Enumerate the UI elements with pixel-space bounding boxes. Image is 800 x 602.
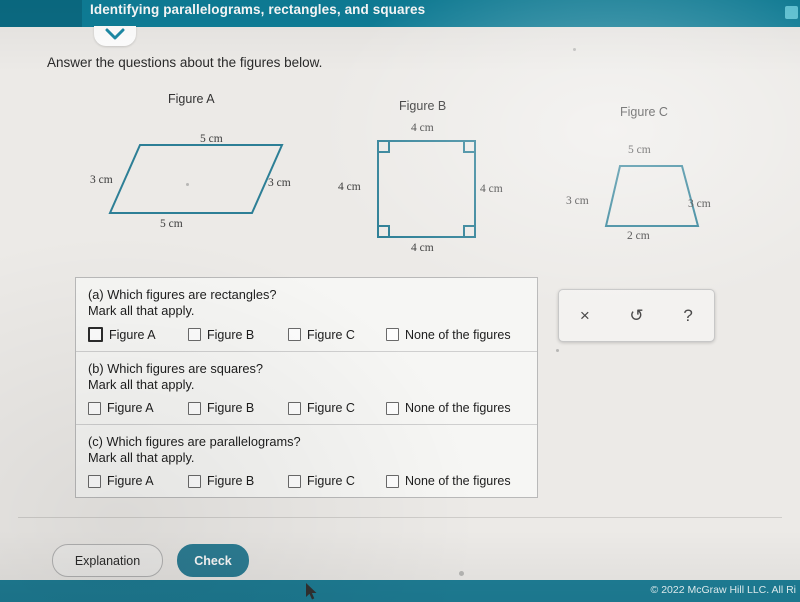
top-bar-right-indicator <box>785 6 798 19</box>
question-a: (a) Which figures are rectangles? Mark a… <box>76 278 537 352</box>
figure-b-bottom-length: 4 cm <box>411 242 434 254</box>
question-b-prompt: (b) Which figures are squares? <box>88 361 263 376</box>
checkbox-icon[interactable] <box>288 328 301 341</box>
question-b: (b) Which figures are squares? Mark all … <box>76 352 537 425</box>
figure-a-bottom-length: 5 cm <box>160 218 183 230</box>
question-a-options: Figure A Figure B Figure C None of the f… <box>88 327 525 342</box>
question-c-prompt: (c) Which figures are parallelograms? <box>88 434 301 449</box>
option-label: None of the figures <box>405 327 511 342</box>
figure-a-right-length: 3 cm <box>268 177 291 189</box>
figure-a-label: Figure A <box>168 92 215 106</box>
figure-c-right-length: 3 cm <box>688 198 711 210</box>
figure-c-label: Figure C <box>620 105 668 119</box>
question-a-option-figure-a[interactable]: Figure A <box>88 327 188 342</box>
figure-b-left-length: 4 cm <box>338 181 361 193</box>
checkbox-icon[interactable] <box>188 474 201 488</box>
option-label: None of the figures <box>405 474 511 488</box>
dust-speck <box>459 571 464 576</box>
clear-icon[interactable]: × <box>568 299 602 333</box>
figure-c-trapezoid <box>604 165 700 227</box>
figure-b-label: Figure B <box>399 99 447 113</box>
check-button[interactable]: Check <box>177 544 249 577</box>
question-a-text: (a) Which figures are rectangles? Mark a… <box>88 287 525 318</box>
dust-speck <box>186 183 189 186</box>
question-c-subprompt: Mark all that apply. <box>88 449 195 465</box>
question-c: (c) Which figures are parallelograms? Ma… <box>76 425 537 497</box>
option-label: Figure A <box>109 327 156 342</box>
checkbox-icon[interactable] <box>288 474 301 488</box>
option-label: Figure A <box>107 474 154 488</box>
question-b-option-figure-a[interactable]: Figure A <box>88 401 188 415</box>
horizontal-divider <box>18 517 782 518</box>
question-b-subprompt: Mark all that apply. <box>88 376 195 392</box>
collapse-chevron-button[interactable] <box>94 26 136 46</box>
question-a-option-figure-c[interactable]: Figure C <box>288 328 386 342</box>
checkbox-icon[interactable] <box>88 327 103 342</box>
question-c-option-figure-a[interactable]: Figure A <box>88 474 188 488</box>
question-b-option-figure-c[interactable]: Figure C <box>288 401 386 415</box>
option-label: Figure A <box>107 401 154 415</box>
option-label: Figure B <box>207 401 255 415</box>
worksheet-page: Identifying parallelograms, rectangles, … <box>0 0 800 602</box>
question-a-option-figure-b[interactable]: Figure B <box>188 328 288 342</box>
question-a-prompt: (a) Which figures are rectangles? <box>88 287 277 302</box>
figure-c-top-length: 5 cm <box>628 144 651 156</box>
figure-b-top-length: 4 cm <box>411 122 434 134</box>
tools-panel: × ↺ ? <box>558 289 715 342</box>
option-label: Figure B <box>207 327 255 342</box>
question-a-subprompt: Mark all that apply. <box>88 302 195 318</box>
dust-speck <box>573 48 576 51</box>
figure-a-top-length: 5 cm <box>200 133 223 145</box>
page-title: Identifying parallelograms, rectangles, … <box>90 2 426 17</box>
footer-bar: © 2022 McGraw Hill LLC. All Ri <box>0 580 800 602</box>
figure-c-bottom-length: 2 cm <box>627 230 650 242</box>
option-label: Figure B <box>207 474 255 488</box>
figure-a-left-length: 3 cm <box>90 174 113 186</box>
instruction-text: Answer the questions about the figures b… <box>47 55 323 70</box>
undo-icon[interactable]: ↺ <box>619 299 653 333</box>
question-c-text: (c) Which figures are parallelograms? Ma… <box>88 434 525 465</box>
figure-b-square <box>377 140 476 238</box>
option-label: None of the figures <box>405 401 511 415</box>
figure-a-parallelogram <box>108 144 284 214</box>
option-label: Figure C <box>307 401 355 415</box>
option-label: Figure C <box>307 474 355 488</box>
checkbox-icon[interactable] <box>88 474 101 488</box>
checkbox-icon[interactable] <box>188 401 201 415</box>
checkbox-icon[interactable] <box>88 401 101 415</box>
copyright-text: © 2022 McGraw Hill LLC. All Ri <box>650 584 796 596</box>
top-bar-left-block <box>0 0 82 27</box>
question-c-option-figure-c[interactable]: Figure C <box>288 474 386 488</box>
checkbox-icon[interactable] <box>386 328 399 341</box>
checkbox-icon[interactable] <box>288 401 301 415</box>
question-c-options: Figure A Figure B Figure C None of the f… <box>88 474 525 488</box>
question-b-option-none[interactable]: None of the figures <box>386 401 511 415</box>
figure-b-right-length: 4 cm <box>480 183 503 195</box>
help-icon[interactable]: ? <box>671 299 705 333</box>
question-c-option-none[interactable]: None of the figures <box>386 474 511 488</box>
top-bar: Identifying parallelograms, rectangles, … <box>0 0 800 27</box>
question-a-option-none[interactable]: None of the figures <box>386 328 511 342</box>
question-b-text: (b) Which figures are squares? Mark all … <box>88 361 525 392</box>
explanation-button[interactable]: Explanation <box>52 544 163 577</box>
dust-speck <box>556 349 559 352</box>
question-b-options: Figure A Figure B Figure C None of the f… <box>88 401 525 415</box>
figure-c-left-length: 3 cm <box>566 195 589 207</box>
checkbox-icon[interactable] <box>386 401 399 415</box>
checkbox-icon[interactable] <box>188 328 201 341</box>
checkbox-icon[interactable] <box>386 474 399 488</box>
questions-panel: (a) Which figures are rectangles? Mark a… <box>75 277 538 498</box>
question-b-option-figure-b[interactable]: Figure B <box>188 401 288 415</box>
mouse-cursor <box>306 583 318 601</box>
option-label: Figure C <box>307 327 355 342</box>
question-c-option-figure-b[interactable]: Figure B <box>188 474 288 488</box>
